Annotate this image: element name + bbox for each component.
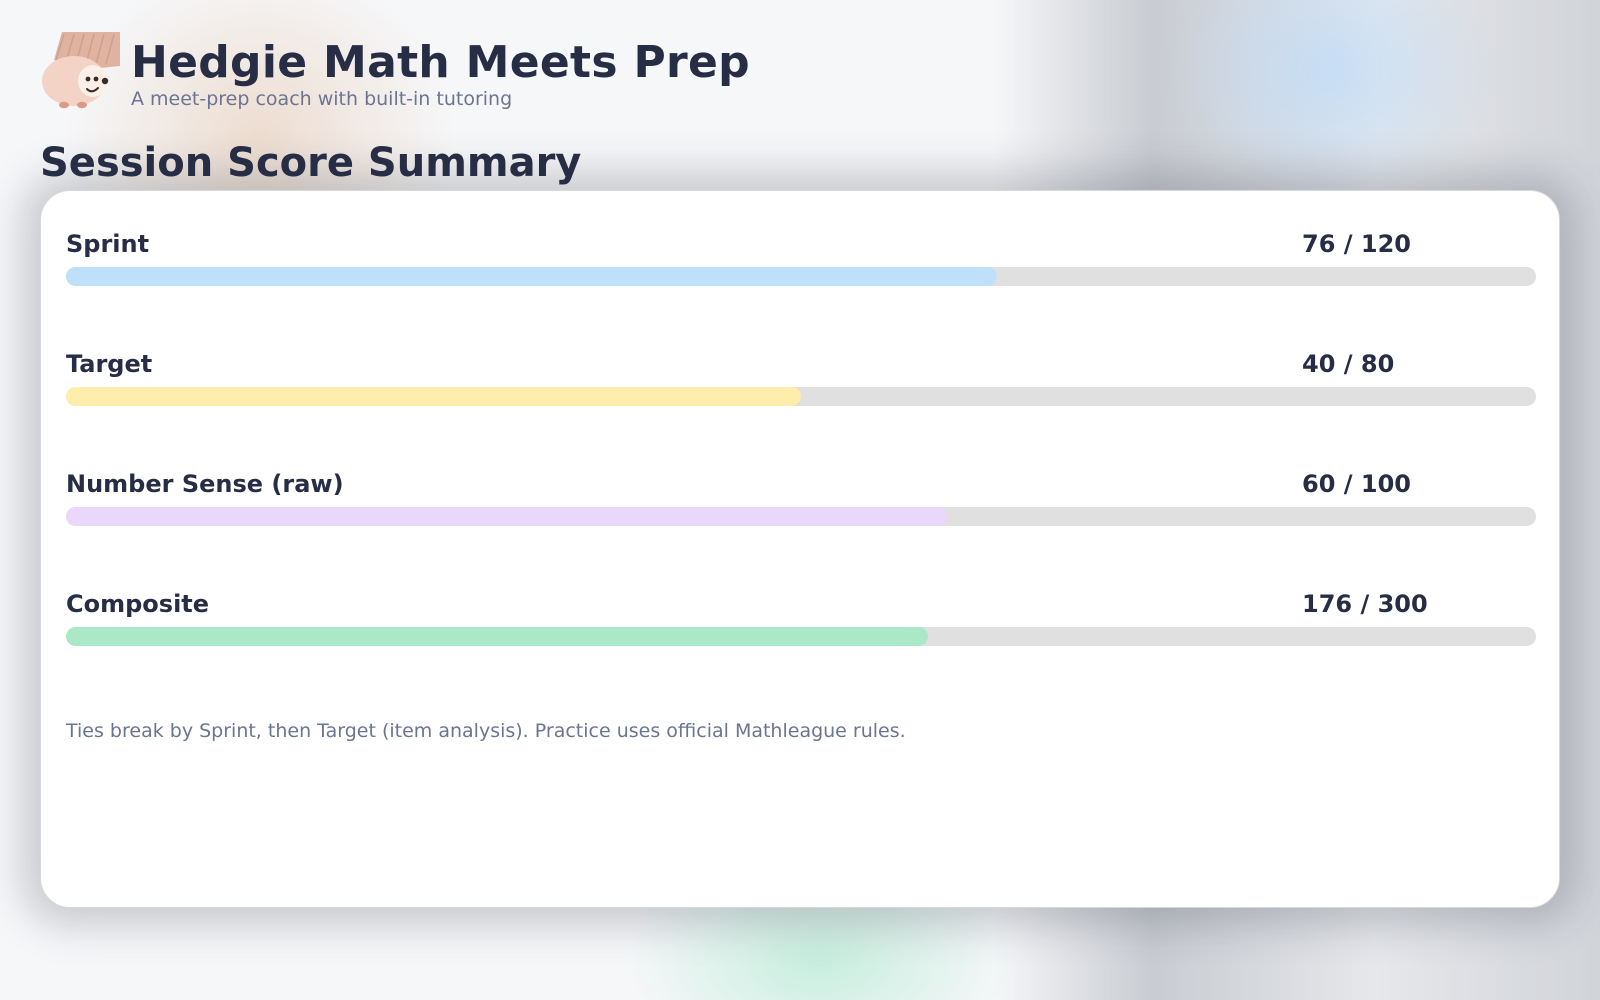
tiebreak-note: Ties break by Sprint, then Target (item … xyxy=(66,720,906,742)
metric-score: 40 / 80 xyxy=(1302,350,1395,378)
progress-track xyxy=(66,507,1536,526)
score-summary-card: Sprint 76 / 120 Target 40 / 80 Number Se… xyxy=(40,190,1560,908)
metric-label: Composite xyxy=(66,590,210,618)
brand: Hedgie Math Meets Prep A meet-prep coach… xyxy=(131,37,750,111)
progress-fill xyxy=(66,267,997,286)
progress-track xyxy=(66,627,1536,646)
progress-track xyxy=(66,387,1536,406)
progress-fill xyxy=(66,387,801,406)
metric-score: 176 / 300 xyxy=(1302,590,1428,618)
progress-fill xyxy=(66,627,929,646)
metric-score: 60 / 100 xyxy=(1302,470,1411,498)
metric-label: Target xyxy=(66,350,153,378)
app-subtitle: A meet-prep coach with built-in tutoring xyxy=(131,88,513,110)
progress-fill xyxy=(66,507,948,526)
app-header: Hedgie Math Meets Prep A meet-prep coach… xyxy=(40,26,750,112)
metric-score: 76 / 120 xyxy=(1302,230,1411,258)
hedgehog-mascot-icon xyxy=(42,32,120,109)
section-title: Session Score Summary xyxy=(40,140,582,186)
progress-track xyxy=(66,267,1536,286)
metric-label: Number Sense (raw) xyxy=(66,470,344,498)
app-title: Hedgie Math Meets Prep xyxy=(131,37,750,88)
metric-label: Sprint xyxy=(66,230,150,258)
